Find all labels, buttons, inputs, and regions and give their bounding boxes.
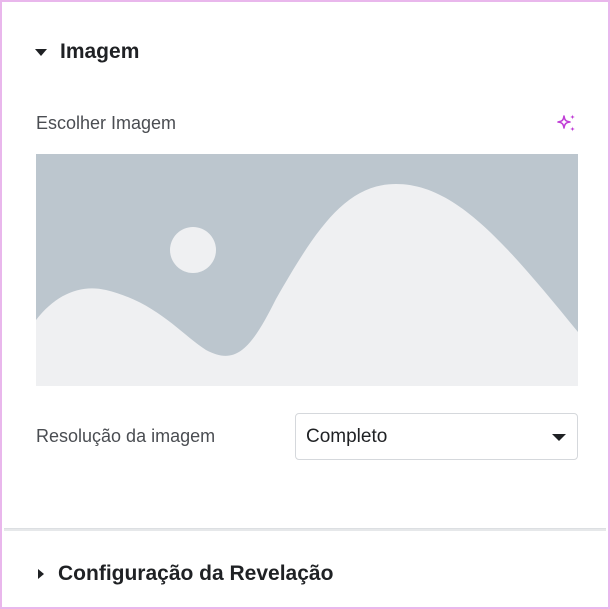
section-header-imagem[interactable]: Imagem <box>2 32 608 72</box>
image-placeholder-icon <box>36 154 578 386</box>
resolution-select[interactable]: Completo <box>295 413 578 460</box>
sparkles-icon[interactable] <box>555 112 579 136</box>
sparkles-icon-svg <box>557 114 575 132</box>
section-title-imagem: Imagem <box>60 40 140 63</box>
choose-image-label: Escolher Imagem <box>36 113 177 133</box>
resolution-label: Resolução da imagem <box>36 426 216 446</box>
image-panel: Imagem Escolher Imagem Resolução da imag… <box>0 0 610 609</box>
resolution-select-value: Completo <box>306 425 388 447</box>
section-header-revelacao[interactable]: Configuração da Revelação <box>2 554 608 594</box>
caret-down-icon <box>35 49 47 56</box>
caret-right-icon <box>38 569 44 579</box>
chevron-down-icon <box>552 434 566 441</box>
image-placeholder[interactable] <box>36 154 578 386</box>
section-divider <box>4 528 606 531</box>
section-title-revelacao: Configuração da Revelação <box>58 562 334 585</box>
